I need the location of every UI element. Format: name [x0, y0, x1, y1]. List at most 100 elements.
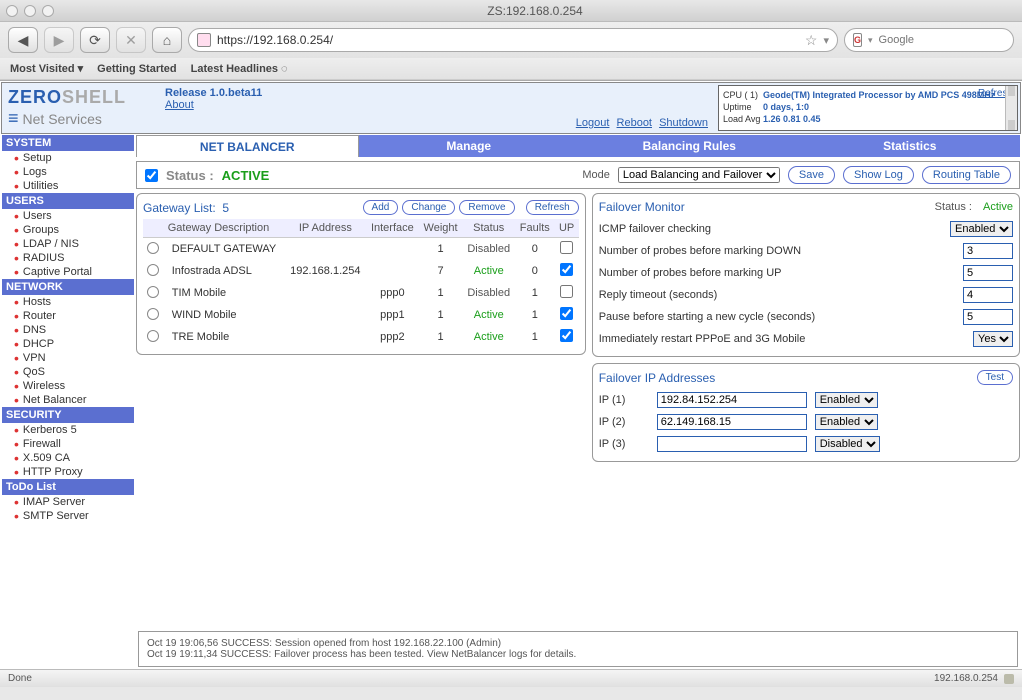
search-input[interactable] — [879, 34, 1021, 46]
search-box[interactable]: G ▾ 🔍 — [844, 28, 1014, 52]
gateway-up-checkbox[interactable] — [560, 263, 573, 276]
status-bar: Status : ACTIVE Mode Load Balancing and … — [136, 161, 1020, 189]
sidebar-item-kerberos-5[interactable]: Kerberos 5 — [2, 423, 134, 437]
gateway-change-button[interactable]: Change — [402, 200, 455, 215]
sidebar-item-vpn[interactable]: VPN — [2, 351, 134, 365]
gateway-row[interactable]: TRE Mobileppp21Active1 — [143, 326, 579, 348]
sidebar-header-network: NETWORK — [2, 279, 134, 295]
sidebar-item-captive-portal[interactable]: Captive Portal — [2, 265, 134, 279]
icmp-select[interactable]: Enabled — [950, 221, 1013, 237]
browser-status-right: 192.168.0.254 — [934, 673, 998, 684]
gateway-add-button[interactable]: Add — [363, 200, 399, 215]
release-label: Release 1.0.beta11 — [165, 87, 708, 99]
restart-select[interactable]: Yes — [973, 331, 1013, 347]
status-checkbox[interactable] — [145, 169, 158, 182]
gateway-radio[interactable] — [147, 264, 159, 276]
failover-ip-test-button[interactable]: Test — [977, 370, 1013, 385]
probes-up-input[interactable] — [963, 265, 1013, 281]
save-button[interactable]: Save — [788, 166, 835, 184]
sidebar-item-imap-server[interactable]: IMAP Server — [2, 495, 134, 509]
sidebar-item-router[interactable]: Router — [2, 309, 134, 323]
gateway-up-checkbox[interactable] — [560, 307, 573, 320]
sidebar-item-setup[interactable]: Setup — [2, 151, 134, 165]
gateway-row[interactable]: Infostrada ADSL192.168.1.2547Active0 — [143, 260, 579, 282]
failover-ip-input[interactable] — [657, 414, 807, 430]
gateway-status: Active — [462, 326, 515, 348]
sidebar-item-users[interactable]: Users — [2, 209, 134, 223]
window-minimize-button[interactable] — [24, 5, 36, 17]
gateway-row[interactable]: DEFAULT GATEWAY1Disabled0 — [143, 238, 579, 261]
shutdown-link[interactable]: Shutdown — [659, 117, 708, 129]
sidebar-item-utilities[interactable]: Utilities — [2, 179, 134, 193]
tab-statistics[interactable]: Statistics — [800, 135, 1021, 157]
gateway-up-checkbox[interactable] — [560, 285, 573, 298]
sidebar-item-firewall[interactable]: Firewall — [2, 437, 134, 451]
gateway-up-checkbox[interactable] — [560, 241, 573, 254]
tab-manage[interactable]: Manage — [359, 135, 580, 157]
bookmark-getting-started[interactable]: Getting Started — [97, 63, 176, 75]
gateway-up-checkbox[interactable] — [560, 329, 573, 342]
gateway-row[interactable]: TIM Mobileppp01Disabled1 — [143, 282, 579, 304]
about-link[interactable]: About — [165, 99, 708, 111]
dropdown-icon[interactable]: ▾ — [823, 34, 829, 47]
window-close-button[interactable] — [6, 5, 18, 17]
gateway-refresh-button[interactable]: Refresh — [526, 200, 579, 215]
log-line-1: Oct 19 19:06,56 SUCCESS: Session opened … — [147, 638, 1009, 649]
sidebar-item-radius[interactable]: RADIUS — [2, 251, 134, 265]
sidebar-item-http-proxy[interactable]: HTTP Proxy — [2, 465, 134, 479]
pause-input[interactable] — [963, 309, 1013, 325]
sidebar-item-smtp-server[interactable]: SMTP Server — [2, 509, 134, 523]
gateway-radio[interactable] — [147, 286, 159, 298]
failover-ip-state-select[interactable]: Enabled — [815, 414, 878, 430]
sidebar-item-qos[interactable]: QoS — [2, 365, 134, 379]
bookmark-star-icon[interactable]: ☆ — [805, 32, 818, 49]
reboot-link[interactable]: Reboot — [617, 117, 652, 129]
bookmark-latest-headlines[interactable]: Latest Headlines ◌ — [191, 63, 288, 75]
sidebar-item-net-balancer[interactable]: Net Balancer — [2, 393, 134, 407]
tab-net-balancer[interactable]: NET BALANCER — [136, 135, 359, 157]
reply-timeout-input[interactable] — [963, 287, 1013, 303]
tab-balancing-rules[interactable]: Balancing Rules — [579, 135, 800, 157]
window-zoom-button[interactable] — [42, 5, 54, 17]
gateway-iface — [366, 238, 419, 261]
home-button[interactable]: ⌂ — [152, 27, 182, 53]
search-dropdown-icon[interactable]: ▾ — [868, 35, 873, 46]
url-bar[interactable]: https://192.168.0.254/ ☆ ▾ — [188, 28, 838, 52]
gateway-remove-button[interactable]: Remove — [459, 200, 514, 215]
failover-ip-panel: Failover IP Addresses Test IP (1)Enabled… — [592, 363, 1020, 462]
gateway-radio[interactable] — [147, 308, 159, 320]
gateway-radio[interactable] — [147, 330, 159, 342]
bookmark-most-visited[interactable]: Most Visited ▾ — [10, 62, 83, 75]
cpu-scrollbar[interactable] — [1005, 86, 1017, 130]
sidebar-item-x-509-ca[interactable]: X.509 CA — [2, 451, 134, 465]
show-log-button[interactable]: Show Log — [843, 166, 914, 184]
log-line-2: Oct 19 19:11,34 SUCCESS: Failover proces… — [147, 649, 1009, 660]
log-box: Oct 19 19:06,56 SUCCESS: Session opened … — [138, 631, 1018, 667]
sidebar-item-dhcp[interactable]: DHCP — [2, 337, 134, 351]
gateway-col: Gateway Description — [164, 219, 285, 238]
logout-link[interactable]: Logout — [576, 117, 610, 129]
sidebar-item-wireless[interactable]: Wireless — [2, 379, 134, 393]
failover-ip-input[interactable] — [657, 436, 807, 452]
sidebar-item-ldap-nis[interactable]: LDAP / NIS — [2, 237, 134, 251]
gateway-list-panel: Gateway List: 5 Add Change Remove Refres… — [136, 193, 586, 355]
gateway-radio[interactable] — [147, 242, 159, 254]
back-button[interactable]: ◀ — [8, 27, 38, 53]
sidebar-item-dns[interactable]: DNS — [2, 323, 134, 337]
gateway-status: Disabled — [462, 238, 515, 261]
failover-ip-state-select[interactable]: Enabled — [815, 392, 878, 408]
failover-ip-input[interactable] — [657, 392, 807, 408]
sidebar-item-hosts[interactable]: Hosts — [2, 295, 134, 309]
probes-down-input[interactable] — [963, 243, 1013, 259]
failover-ip-state-select[interactable]: Disabled — [815, 436, 880, 452]
forward-button[interactable]: ▶ — [44, 27, 74, 53]
mode-select[interactable]: Load Balancing and Failover — [618, 167, 780, 183]
routing-table-button[interactable]: Routing Table — [922, 166, 1011, 184]
gateway-row[interactable]: WIND Mobileppp11Active1 — [143, 304, 579, 326]
google-icon: G — [853, 33, 862, 47]
stop-button[interactable]: ✕ — [116, 27, 146, 53]
sidebar-item-logs[interactable]: Logs — [2, 165, 134, 179]
reload-button[interactable]: ⟳ — [80, 27, 110, 53]
uptime-value: 0 days, 1:0 — [763, 102, 1013, 112]
sidebar-item-groups[interactable]: Groups — [2, 223, 134, 237]
